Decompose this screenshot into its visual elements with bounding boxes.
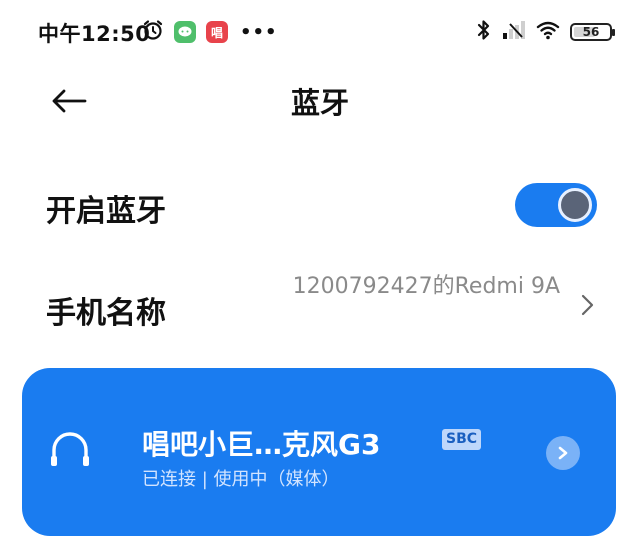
nav-bar: 蓝牙	[0, 62, 640, 140]
toggle-knob	[558, 188, 592, 222]
chevron-right-icon	[581, 294, 594, 316]
battery-icon: 56	[570, 23, 615, 41]
status-bar: 中午12:50 唱 ••• 56	[0, 0, 640, 62]
changba-app-icon: 唱	[206, 21, 228, 43]
bluetooth-icon	[476, 19, 492, 45]
bluetooth-toggle-label: 开启蓝牙	[46, 194, 166, 229]
alarm-icon	[142, 19, 164, 45]
device-name: 唱吧小巨…克风G3	[142, 428, 381, 461]
notification-icons: 唱 •••	[142, 19, 278, 45]
codec-badge: SBC	[442, 429, 482, 450]
device-name-label: 手机名称	[46, 296, 166, 331]
status-time: 中午12:50	[38, 22, 151, 46]
chat-app-icon	[174, 21, 196, 43]
wifi-icon	[536, 20, 560, 44]
device-status: 已连接 | 使用中（媒体）	[142, 469, 340, 490]
chevron-right-icon	[558, 446, 568, 460]
page-title: 蓝牙	[290, 86, 349, 120]
more-notifications-icon: •••	[240, 21, 278, 43]
signal-icon	[502, 20, 526, 44]
device-name-value: 1200792427的Redmi 9A	[292, 274, 560, 299]
connected-device-card[interactable]: 唱吧小巨…克风G3 SBC 已连接 | 使用中（媒体）	[22, 368, 616, 536]
headphone-icon	[51, 432, 89, 466]
system-status-icons: 56	[476, 19, 615, 45]
bluetooth-toggle[interactable]	[515, 183, 597, 227]
device-detail-button[interactable]	[546, 436, 580, 470]
battery-level: 56	[582, 25, 600, 39]
